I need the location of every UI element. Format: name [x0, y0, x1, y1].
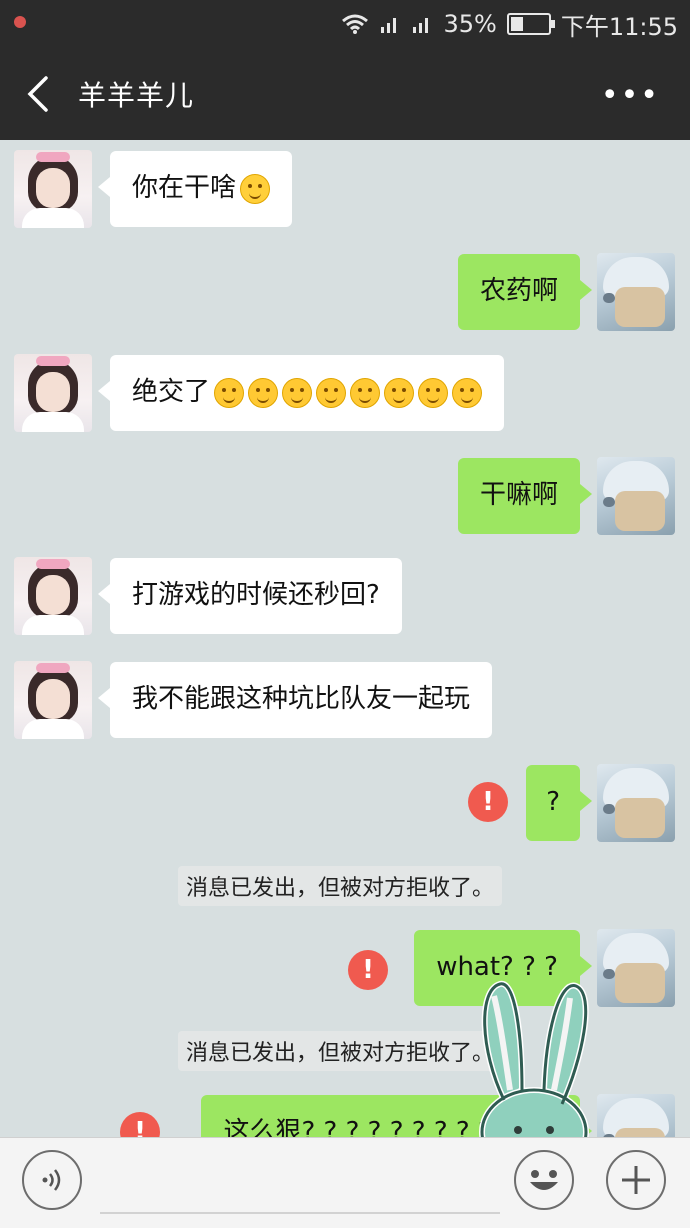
- message-bubble-incoming[interactable]: 你在干啥: [97, 151, 293, 227]
- my-avatar[interactable]: [597, 764, 675, 842]
- contact-avatar[interactable]: [14, 354, 92, 432]
- message-text: what? ? ?: [436, 952, 558, 983]
- smile-emoji-icon: [240, 174, 271, 204]
- emoji-button[interactable]: [514, 1150, 574, 1210]
- signal-icon-2: [413, 18, 429, 33]
- thinking-emoji-icon: [214, 378, 245, 408]
- message-text: 我不能跟这种坑比队友一起玩: [132, 684, 471, 715]
- more-options-button[interactable]: •••: [601, 78, 660, 113]
- message-text: 你在干啥: [132, 173, 237, 204]
- send-failed-icon[interactable]: !: [120, 1112, 160, 1137]
- message-input[interactable]: [100, 1150, 500, 1214]
- message-bubble-incoming[interactable]: 我不能跟这种坑比队友一起玩: [97, 662, 493, 738]
- message-bubble-outgoing[interactable]: ?: [526, 765, 592, 841]
- message-text: 绝交了: [132, 377, 211, 408]
- notification-icon: [14, 16, 26, 28]
- system-notice: 消息已发出，但被对方拒收了。: [178, 1031, 503, 1071]
- my-avatar[interactable]: [597, 1094, 675, 1137]
- thinking-emoji-icon: [350, 378, 381, 408]
- message-bubble-incoming[interactable]: 打游戏的时候还秒回?: [98, 558, 402, 634]
- contact-name: 羊羊羊儿: [78, 79, 195, 112]
- message-text: 干嘛啊: [479, 480, 558, 511]
- wifi-icon: [342, 14, 369, 34]
- contact-avatar[interactable]: [14, 661, 92, 739]
- plus-icon: [622, 1166, 650, 1194]
- smiley-icon: [530, 1170, 558, 1190]
- signal-icon: [381, 18, 397, 33]
- status-time: 下午11:55: [560, 12, 678, 41]
- my-avatar[interactable]: [597, 253, 675, 331]
- thinking-emoji-icon: [282, 378, 313, 408]
- thinking-emoji-icon: [316, 378, 347, 408]
- message-bubble-incoming[interactable]: 绝交了: [97, 355, 505, 431]
- back-arrow-icon[interactable]: [18, 72, 62, 116]
- system-notice: 消息已发出，但被对方拒收了。: [178, 866, 503, 906]
- thinking-emoji-icon: [418, 378, 449, 408]
- my-avatar[interactable]: [597, 457, 675, 535]
- my-avatar[interactable]: [597, 929, 675, 1007]
- thinking-emoji-icon: [384, 378, 415, 408]
- thinking-emoji-icon: [452, 378, 483, 408]
- contact-avatar[interactable]: [14, 557, 92, 635]
- battery-icon: [506, 13, 555, 35]
- message-list[interactable]: 你在干啥 农药啊 绝交了 干嘛啊 打游戏的时候还秒回? 我不能跟这种坑比队友一起…: [0, 140, 690, 1137]
- more-functions-button[interactable]: [606, 1150, 666, 1210]
- voice-icon: [42, 1169, 61, 1191]
- message-text: 农药啊: [479, 276, 558, 307]
- send-failed-icon[interactable]: !: [468, 782, 508, 822]
- message-bubble-outgoing[interactable]: 干嘛啊: [457, 458, 593, 534]
- message-text: 打游戏的时候还秒回?: [132, 580, 380, 611]
- message-bubble-outgoing[interactable]: 农药啊: [457, 254, 593, 330]
- battery-percent: 35%: [443, 10, 497, 38]
- thinking-emoji-icon: [248, 378, 279, 408]
- bunny-sticker-image: [479, 980, 589, 1137]
- chat-header: 羊羊羊儿 •••: [0, 48, 690, 140]
- input-bar: [0, 1137, 690, 1228]
- voice-input-button[interactable]: [22, 1150, 82, 1210]
- send-failed-icon[interactable]: !: [348, 950, 388, 990]
- status-bar: 35% 下午11:55: [0, 0, 690, 48]
- message-text: ?: [546, 787, 560, 818]
- contact-avatar[interactable]: [14, 150, 92, 228]
